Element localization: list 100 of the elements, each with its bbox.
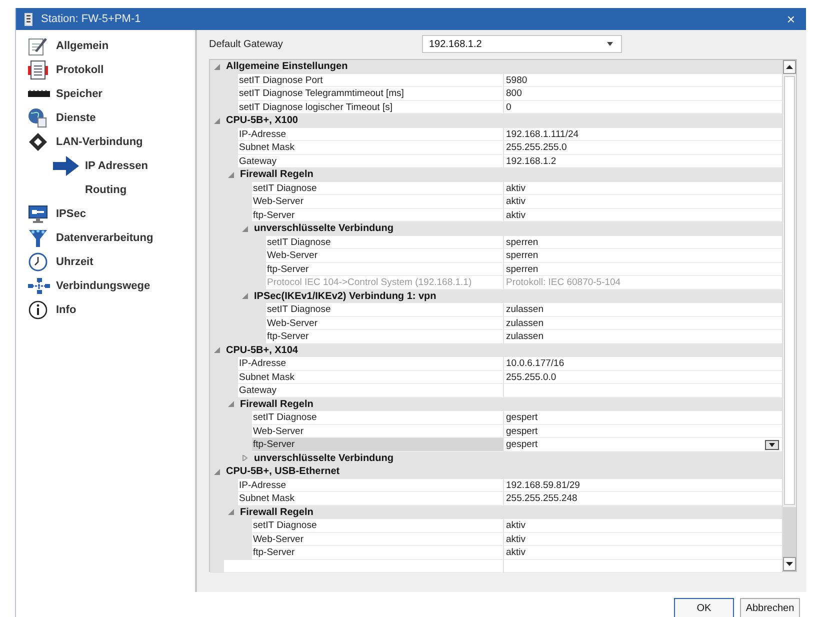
property-value[interactable]: aktiv <box>504 532 782 546</box>
caret-icon <box>769 442 775 446</box>
property-value[interactable]: gespert <box>504 411 782 424</box>
property-value[interactable]: zulassen <box>504 303 782 316</box>
expander-icon[interactable] <box>242 293 248 300</box>
scrollbar[interactable] <box>782 60 796 571</box>
sidebar-item[interactable]: IPSec <box>16 202 195 226</box>
expander-icon[interactable] <box>214 118 220 124</box>
scroll-up-icon[interactable] <box>786 65 793 69</box>
expander-icon[interactable] <box>228 172 234 178</box>
category-header: CPU-5B+, USB-Ethernet <box>226 466 340 478</box>
property-name[interactable]: Gateway <box>238 154 504 168</box>
property-value[interactable]: 192.168.59.81/29 <box>504 478 782 492</box>
property-name[interactable]: ftp-Server <box>266 262 504 276</box>
field-label: Default Gateway <box>209 38 284 50</box>
property-value[interactable]: zulassen <box>504 330 782 344</box>
property-name[interactable]: Web-Server <box>266 249 504 262</box>
network-icon <box>28 132 48 152</box>
category-header: CPU-5B+, X104 <box>226 344 298 356</box>
window-title: Station: FW-5+PM-1 <box>41 13 141 25</box>
property-name[interactable]: setIT Diagnose <box>252 182 504 195</box>
category-header: Firewall Regeln <box>240 169 314 180</box>
sidebar-item[interactable]: Routing <box>16 178 195 202</box>
property-value[interactable]: zulassen <box>504 316 782 330</box>
property-name[interactable]: setIT Diagnose Port <box>238 74 504 87</box>
expander-icon[interactable] <box>228 401 234 408</box>
monitor-key-icon <box>28 204 48 224</box>
property-name[interactable]: Subnet Mask <box>238 370 504 384</box>
memory-icon <box>28 90 50 98</box>
category-header: CPU-5B+, X100 <box>226 115 298 126</box>
device-icon <box>24 12 33 26</box>
clock-icon <box>28 252 48 272</box>
expander-icon[interactable] <box>228 509 234 516</box>
sidebar-item[interactable]: Info <box>16 298 195 322</box>
category-header: Allgemeine Einstellungen <box>226 61 348 72</box>
property-value[interactable]: gespert <box>504 424 782 438</box>
sidebar-item[interactable]: LAN-Verbindung <box>16 130 195 154</box>
property-name[interactable]: IP-Adresse <box>238 478 504 492</box>
category-header: IPSec(IKEv1/IKEv2) Verbindung 1: vpn <box>254 290 436 302</box>
property-value[interactable]: aktiv <box>504 546 782 560</box>
property-value[interactable]: 192.168.1.2 <box>504 154 782 168</box>
property-name[interactable]: Web-Server <box>252 195 504 208</box>
property-value[interactable]: 255.255.255.0 <box>504 141 782 154</box>
property-name[interactable]: Web-Server <box>252 532 504 546</box>
expander-icon[interactable] <box>214 468 220 475</box>
property-value[interactable]: 0 <box>504 100 782 114</box>
property-value[interactable]: aktiv <box>504 195 782 208</box>
sidebar-item[interactable]: Allgemein <box>16 34 195 58</box>
property-name[interactable]: Subnet Mask <box>238 492 504 506</box>
category-header: unverschlüsselte Verbindung <box>254 452 394 464</box>
sidebar-item[interactable]: Dienste <box>16 106 195 130</box>
sidebar-item[interactable]: IP Adressen <box>16 154 195 178</box>
property-value[interactable]: sperren <box>504 249 782 262</box>
sidebar-item[interactable]: Verbindungswege <box>16 274 195 298</box>
cancel-button[interactable]: Abbrechen <box>740 598 800 617</box>
property-name[interactable]: ftp-Server <box>252 546 504 560</box>
property-value[interactable]: 255.255.0.0 <box>504 370 782 384</box>
property-value[interactable]: 5980 <box>504 74 782 87</box>
property-name[interactable]: ftp-Server <box>266 330 504 344</box>
property-name[interactable]: setIT Diagnose <box>266 303 504 316</box>
caret-icon <box>607 42 613 46</box>
property-value[interactable]: 10.0.6.177/16 <box>504 357 782 370</box>
property-name[interactable]: setIT Diagnose <box>266 236 504 249</box>
sidebar-item[interactable]: Uhrzeit <box>16 250 195 274</box>
sidebar-item[interactable]: Protokoll <box>16 58 195 82</box>
scroll-thumb[interactable] <box>784 76 795 505</box>
property-value[interactable]: gespert <box>504 438 782 452</box>
property-value[interactable]: aktiv <box>504 208 782 222</box>
category-header: unverschlüsselte Verbindung <box>254 223 394 234</box>
dropdown-button[interactable] <box>765 440 779 450</box>
ok-button[interactable]: OK <box>674 598 734 617</box>
property-value[interactable]: 192.168.1.111/24 <box>504 128 782 141</box>
property-name[interactable]: ftp-Server <box>252 208 504 222</box>
property-value[interactable]: 800 <box>504 87 782 100</box>
property-name[interactable]: Web-Server <box>266 316 504 330</box>
sidebar-item[interactable]: Datenverarbeitung <box>16 226 195 250</box>
property-name[interactable]: setIT Diagnose <box>252 411 504 424</box>
property-name[interactable]: Web-Server <box>252 424 504 438</box>
expander-icon[interactable] <box>214 64 220 70</box>
property-name[interactable]: IP-Adresse <box>238 357 504 370</box>
expander-icon[interactable] <box>242 455 248 462</box>
property-name[interactable]: setIT Diagnose <box>252 519 504 532</box>
property-name[interactable]: setIT Diagnose logischer Timeout [s] <box>238 100 504 114</box>
property-name[interactable]: IP-Adresse <box>238 128 504 141</box>
expander-icon[interactable] <box>214 347 220 354</box>
property-value[interactable]: 255.255.255.248 <box>504 492 782 506</box>
property-name[interactable]: Gateway <box>238 384 504 398</box>
property-name[interactable]: ftp-Server <box>252 438 504 452</box>
property-value[interactable]: aktiv <box>504 182 782 195</box>
sidebar-item[interactable]: Speicher <box>16 82 195 106</box>
globe-icon <box>28 108 48 128</box>
property-value[interactable]: sperren <box>504 262 782 276</box>
property-name[interactable]: Subnet Mask <box>238 141 504 154</box>
scroll-down-icon[interactable] <box>786 562 793 566</box>
close-button[interactable]: × <box>776 8 806 30</box>
property-name[interactable]: setIT Diagnose Telegrammtimeout [ms] <box>238 87 504 100</box>
property-value[interactable]: sperren <box>504 236 782 249</box>
expander-icon[interactable] <box>242 226 248 232</box>
gateway-dropdown[interactable]: 192.168.1.2 <box>422 35 622 53</box>
property-value[interactable]: aktiv <box>504 519 782 532</box>
